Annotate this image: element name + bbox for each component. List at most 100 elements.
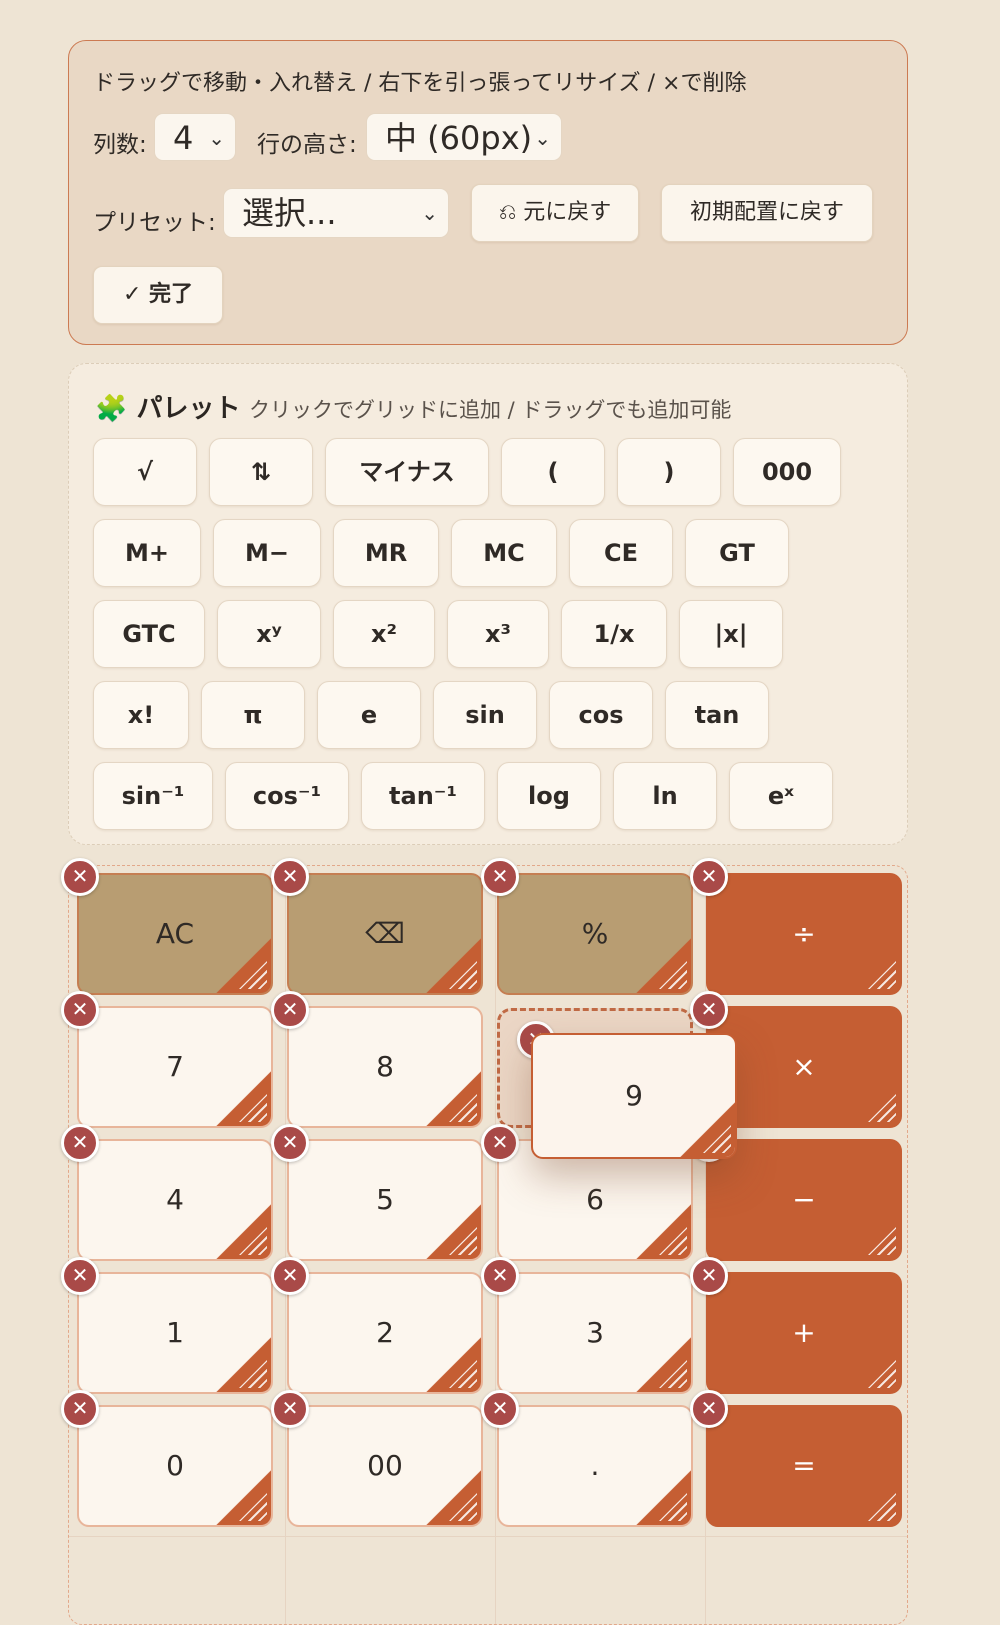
resize-grip-icon[interactable] [844,1070,900,1126]
calc-key[interactable]: 2 [287,1272,483,1394]
calc-key[interactable]: . [497,1405,693,1527]
palette-key[interactable]: √ [93,438,197,506]
calc-key[interactable]: 4 [77,1139,273,1261]
delete-icon[interactable]: ✕ [271,1124,309,1162]
undo-button[interactable]: ⎌ 元に戻す [471,184,639,242]
palette-key[interactable]: |x| [679,600,783,668]
resize-grip-icon[interactable] [215,1070,271,1126]
columns-select[interactable]: 4 ⌄ [154,113,236,161]
resize-grip-icon[interactable] [215,1469,271,1525]
palette-key[interactable]: CE [569,519,673,587]
palette-key[interactable]: log [497,762,601,830]
delete-icon[interactable]: ✕ [690,991,728,1029]
calc-key[interactable]: 0 [77,1405,273,1527]
resize-grip-icon[interactable] [844,1336,900,1392]
columns-label: 列数: [93,132,147,158]
palette-key[interactable]: 1/x [561,600,667,668]
delete-icon[interactable]: ✕ [271,1390,309,1428]
palette-key[interactable]: ln [613,762,717,830]
calc-key[interactable]: = [706,1405,902,1527]
palette-key[interactable]: GT [685,519,789,587]
calc-key[interactable]: 1 [77,1272,273,1394]
palette-key[interactable]: GTC [93,600,205,668]
delete-icon[interactable]: ✕ [271,858,309,896]
palette-key[interactable]: ⇅ [209,438,313,506]
calc-key[interactable]: 7 [77,1006,273,1128]
resize-grip-icon[interactable] [635,1203,691,1259]
calc-key[interactable]: 5 [287,1139,483,1261]
palette-key[interactable]: MC [451,519,557,587]
delete-icon[interactable]: ✕ [481,1257,519,1295]
palette-key[interactable]: cos⁻¹ [225,762,349,830]
palette-key[interactable]: ( [501,438,605,506]
grid-guide-line [69,1536,907,1537]
resize-grip-icon[interactable] [425,1203,481,1259]
delete-icon[interactable]: ✕ [61,1390,99,1428]
resize-grip-icon[interactable] [844,1469,900,1525]
resize-grip-icon[interactable] [635,937,691,993]
palette-key[interactable]: x² [333,600,435,668]
palette-key[interactable]: M− [213,519,321,587]
delete-icon[interactable]: ✕ [690,1390,728,1428]
calc-key[interactable]: ÷ [706,873,902,995]
calc-key[interactable]: ⌫ [287,873,483,995]
palette-key[interactable]: π [201,681,305,749]
palette-key[interactable]: MR [333,519,439,587]
delete-icon[interactable]: ✕ [271,991,309,1029]
keypad-grid: AC✕⌫✕%✕÷✕7✕8✕×✕4✕5✕6✕−✕1✕2✕3✕+✕0✕00✕.✕=✕… [61,858,908,1625]
delete-icon[interactable]: ✕ [61,1257,99,1295]
dragging-key-9[interactable]: 9 [531,1033,737,1159]
palette-key[interactable]: M+ [93,519,201,587]
delete-icon[interactable]: ✕ [690,858,728,896]
delete-icon[interactable]: ✕ [61,991,99,1029]
delete-icon[interactable]: ✕ [481,1124,519,1162]
palette-key[interactable]: eˣ [729,762,833,830]
calc-key[interactable]: 00 [287,1405,483,1527]
calc-key[interactable]: % [497,873,693,995]
palette-panel: 🧩 パレット クリックでグリッドに追加 / ドラッグでも追加可能 √ ⇅ マイナス(… [68,363,908,845]
preset-select[interactable]: 選択... ⌄ [223,188,449,238]
palette-key[interactable]: xʸ [217,600,321,668]
resize-grip-icon[interactable] [844,1203,900,1259]
puzzle-icon: 🧩 [95,394,128,424]
palette-key[interactable]: x³ [447,600,549,668]
resize-grip-icon[interactable] [844,937,900,993]
palette-key[interactable]: sin⁻¹ [93,762,213,830]
delete-icon[interactable]: ✕ [690,1257,728,1295]
calc-key[interactable]: AC [77,873,273,995]
resize-grip-icon[interactable] [215,1203,271,1259]
resize-grip-icon[interactable] [425,1336,481,1392]
resize-grip-icon[interactable] [215,1336,271,1392]
row-height-select[interactable]: 中 (60px) ⌄ [366,113,562,161]
resize-grip-icon[interactable] [635,1336,691,1392]
calc-key[interactable]: − [706,1139,902,1261]
palette-subtitle: クリックでグリッドに追加 / ドラッグでも追加可能 [249,398,732,422]
palette-key[interactable]: tan [665,681,769,749]
resize-grip-icon[interactable] [215,937,271,993]
resize-grip-icon[interactable] [635,1469,691,1525]
delete-icon[interactable]: ✕ [481,1390,519,1428]
palette-key[interactable]: ) [617,438,721,506]
resize-grip-icon[interactable] [425,1070,481,1126]
palette-key[interactable]: tan⁻¹ [361,762,485,830]
resize-grip-icon[interactable] [425,1469,481,1525]
calc-key[interactable]: 8 [287,1006,483,1128]
grid-guide-line [285,866,286,1624]
palette-key[interactable]: 000 [733,438,841,506]
palette-key[interactable]: x! [93,681,189,749]
resize-grip-icon[interactable] [425,937,481,993]
resize-grip-icon[interactable] [679,1101,735,1157]
calc-key[interactable]: 3 [497,1272,693,1394]
reset-layout-button[interactable]: 初期配置に戻す [661,184,873,242]
palette-key[interactable]: e [317,681,421,749]
palette-key[interactable]: sin [433,681,537,749]
palette-key[interactable]: cos [549,681,653,749]
done-button[interactable]: ✓ 完了 [93,266,223,324]
preset-select-value: 選択... [242,194,337,232]
calc-key[interactable]: + [706,1272,902,1394]
delete-icon[interactable]: ✕ [61,858,99,896]
delete-icon[interactable]: ✕ [481,858,519,896]
delete-icon[interactable]: ✕ [61,1124,99,1162]
palette-key[interactable]: マイナス [325,438,489,506]
delete-icon[interactable]: ✕ [271,1257,309,1295]
